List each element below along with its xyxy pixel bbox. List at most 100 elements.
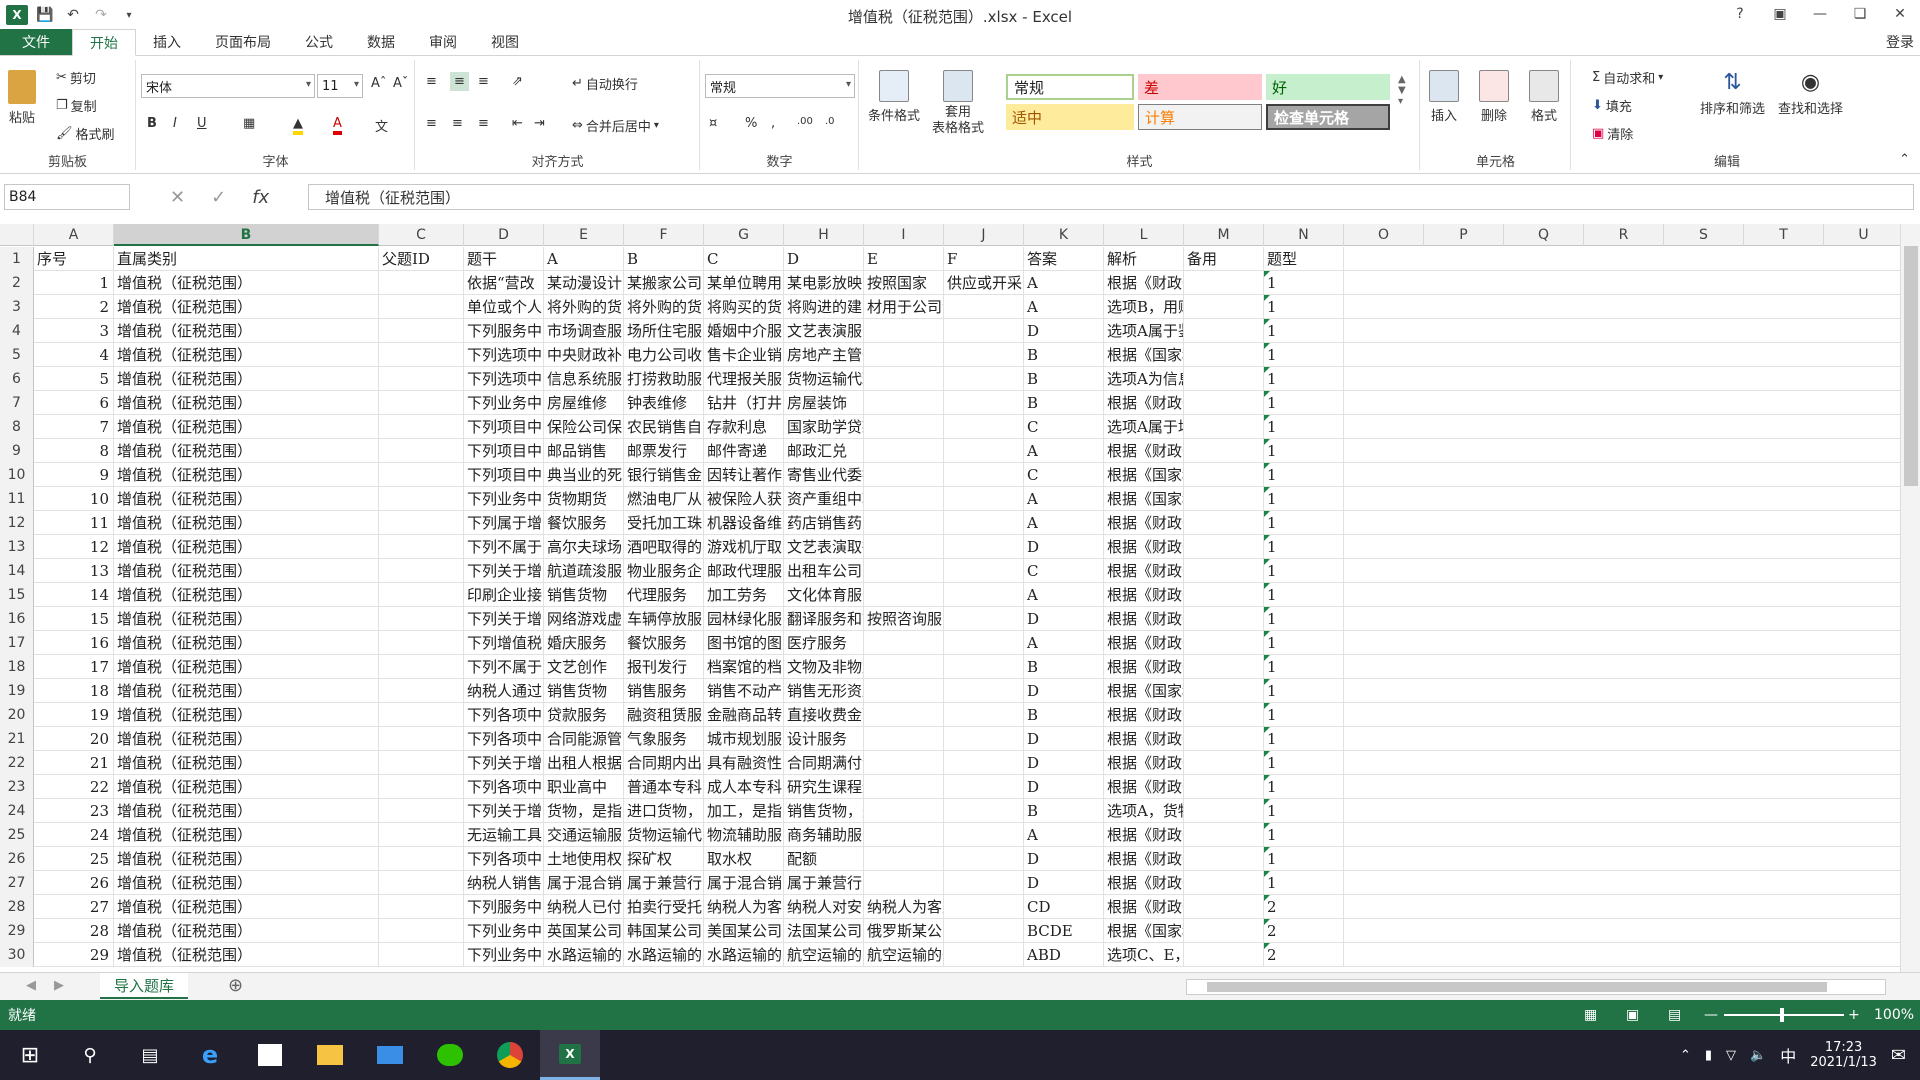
cell[interactable] <box>944 343 1024 367</box>
cell[interactable] <box>1184 439 1264 463</box>
row-header[interactable]: 26 <box>0 847 34 871</box>
cell[interactable] <box>1184 607 1264 631</box>
cell[interactable] <box>379 823 464 847</box>
cell[interactable]: 根据《财政部、国家 <box>1104 559 1184 583</box>
cell[interactable]: 按照国家 <box>864 271 944 295</box>
column-header[interactable]: J <box>944 224 1024 246</box>
restore-icon[interactable]: ❏ <box>1840 0 1880 28</box>
cell[interactable] <box>379 487 464 511</box>
column-header[interactable]: F <box>624 224 704 246</box>
cell[interactable]: 增值税（征税范围） <box>114 511 379 535</box>
cell[interactable] <box>379 799 464 823</box>
clock[interactable]: 17:23 2021/1/13 <box>1810 1040 1877 1070</box>
cell[interactable]: 网络游戏虚 <box>544 607 624 631</box>
cell[interactable]: 2 <box>1264 943 1344 967</box>
excel-taskbar-icon[interactable]: X <box>540 1030 600 1080</box>
cell[interactable]: 属于兼营行 <box>624 871 704 895</box>
cell[interactable]: 婚姻中介服 <box>704 319 784 343</box>
cell[interactable] <box>379 583 464 607</box>
clear-button[interactable]: ▣ 清除 <box>1592 124 1633 143</box>
column-header[interactable]: M <box>1184 224 1264 246</box>
cell[interactable]: 翻译服务和市场调查 <box>784 607 864 631</box>
column-header[interactable]: A <box>34 224 114 246</box>
cell[interactable]: 3 <box>34 319 114 343</box>
merge-center-button[interactable]: ⇔ 合并后居中 ▾ <box>572 116 659 135</box>
save-icon[interactable]: 💾 <box>34 4 56 26</box>
cell[interactable]: 加工，是指 <box>704 799 784 823</box>
cell[interactable]: 增值税（征税范围） <box>114 943 379 967</box>
cell[interactable] <box>944 319 1024 343</box>
style-check-cell[interactable]: 检查单元格 <box>1266 104 1390 130</box>
cell[interactable] <box>1184 391 1264 415</box>
cell[interactable]: 根据《财政部、国家 <box>1104 583 1184 607</box>
insert-cells-button[interactable]: 插入 <box>1429 70 1459 124</box>
cell[interactable]: 答案 <box>1024 247 1104 271</box>
cell[interactable]: 土地使用权 <box>544 847 624 871</box>
cell[interactable]: 1 <box>1264 295 1344 319</box>
cell[interactable]: 报刊发行 <box>624 655 704 679</box>
column-header[interactable]: C <box>379 224 464 246</box>
tab-file[interactable]: 文件 <box>0 29 72 55</box>
cell[interactable]: 增值税（征税范围） <box>114 607 379 631</box>
cell[interactable]: 餐饮服务 <box>624 631 704 655</box>
zoom-in-icon[interactable]: + <box>1848 1007 1860 1023</box>
cell[interactable]: 市场调查服 <box>544 319 624 343</box>
cell[interactable]: 代理报关服 <box>704 367 784 391</box>
increase-font-icon[interactable]: Aˆ <box>371 76 386 91</box>
cell[interactable]: 进口货物， <box>624 799 704 823</box>
horizontal-scrollbar[interactable] <box>1186 979 1886 995</box>
cell[interactable]: 增值税（征税范围） <box>114 919 379 943</box>
cell[interactable]: 增值税（征税范围） <box>114 415 379 439</box>
cell[interactable]: 下列业务中 <box>464 391 544 415</box>
cell[interactable]: 25 <box>34 847 114 871</box>
cell[interactable]: 下列项目中 <box>464 415 544 439</box>
cell[interactable]: 1 <box>1264 559 1344 583</box>
column-header[interactable]: R <box>1584 224 1664 246</box>
cell[interactable]: 下列各项中 <box>464 847 544 871</box>
row-header[interactable]: 10 <box>0 463 34 487</box>
cell[interactable]: B <box>1024 703 1104 727</box>
cell[interactable] <box>379 871 464 895</box>
cell[interactable]: 属于兼营行为，分别按6%和13% <box>784 871 864 895</box>
store-icon[interactable] <box>240 1030 300 1080</box>
cell[interactable]: 选项A，货物，是指 <box>1104 799 1184 823</box>
row-header[interactable]: 25 <box>0 823 34 847</box>
cell[interactable] <box>864 463 944 487</box>
chrome-icon[interactable] <box>480 1030 540 1080</box>
cell[interactable]: 下列业务中 <box>464 919 544 943</box>
close-icon[interactable]: ✕ <box>1880 0 1920 28</box>
cell[interactable]: 邮品销售 <box>544 439 624 463</box>
cell[interactable]: 售卡企业销 <box>704 343 784 367</box>
cell[interactable] <box>379 511 464 535</box>
cell[interactable] <box>864 439 944 463</box>
row-header[interactable]: 30 <box>0 943 34 967</box>
cell[interactable]: 典当业的死 <box>544 463 624 487</box>
cell[interactable]: C <box>1024 415 1104 439</box>
cell[interactable]: 增值税（征税范围） <box>114 799 379 823</box>
align-bottom-icon[interactable]: ≡ <box>478 74 489 89</box>
cell[interactable]: 根据《国家税务总局 <box>1104 463 1184 487</box>
sign-in-link[interactable]: 登录 <box>1886 32 1914 52</box>
cell[interactable]: 因转让著作 <box>704 463 784 487</box>
tab-view[interactable]: 视图 <box>474 29 536 55</box>
sheet-tab-import[interactable]: 导入题库 <box>100 973 189 999</box>
cell[interactable]: 根据《财政部、国家 <box>1104 631 1184 655</box>
cell[interactable]: 增值税（征税范围） <box>114 559 379 583</box>
cell[interactable] <box>1184 487 1264 511</box>
row-header[interactable]: 28 <box>0 895 34 919</box>
cell[interactable]: C <box>704 247 784 271</box>
cell[interactable] <box>944 511 1024 535</box>
cell[interactable]: 根据《财政部、国家 <box>1104 871 1184 895</box>
cell[interactable]: 贷款服务 <box>544 703 624 727</box>
cell[interactable]: 航道疏浚服 <box>544 559 624 583</box>
wechat-icon[interactable] <box>420 1030 480 1080</box>
cell[interactable] <box>864 391 944 415</box>
cell[interactable]: 根据《国家税务总局 <box>1104 487 1184 511</box>
cell[interactable] <box>944 367 1024 391</box>
row-header[interactable]: 29 <box>0 919 34 943</box>
cell[interactable]: 解析 <box>1104 247 1184 271</box>
row-header[interactable]: 12 <box>0 511 34 535</box>
cell[interactable]: BCDE <box>1024 919 1104 943</box>
cell[interactable] <box>864 415 944 439</box>
cell[interactable] <box>379 703 464 727</box>
